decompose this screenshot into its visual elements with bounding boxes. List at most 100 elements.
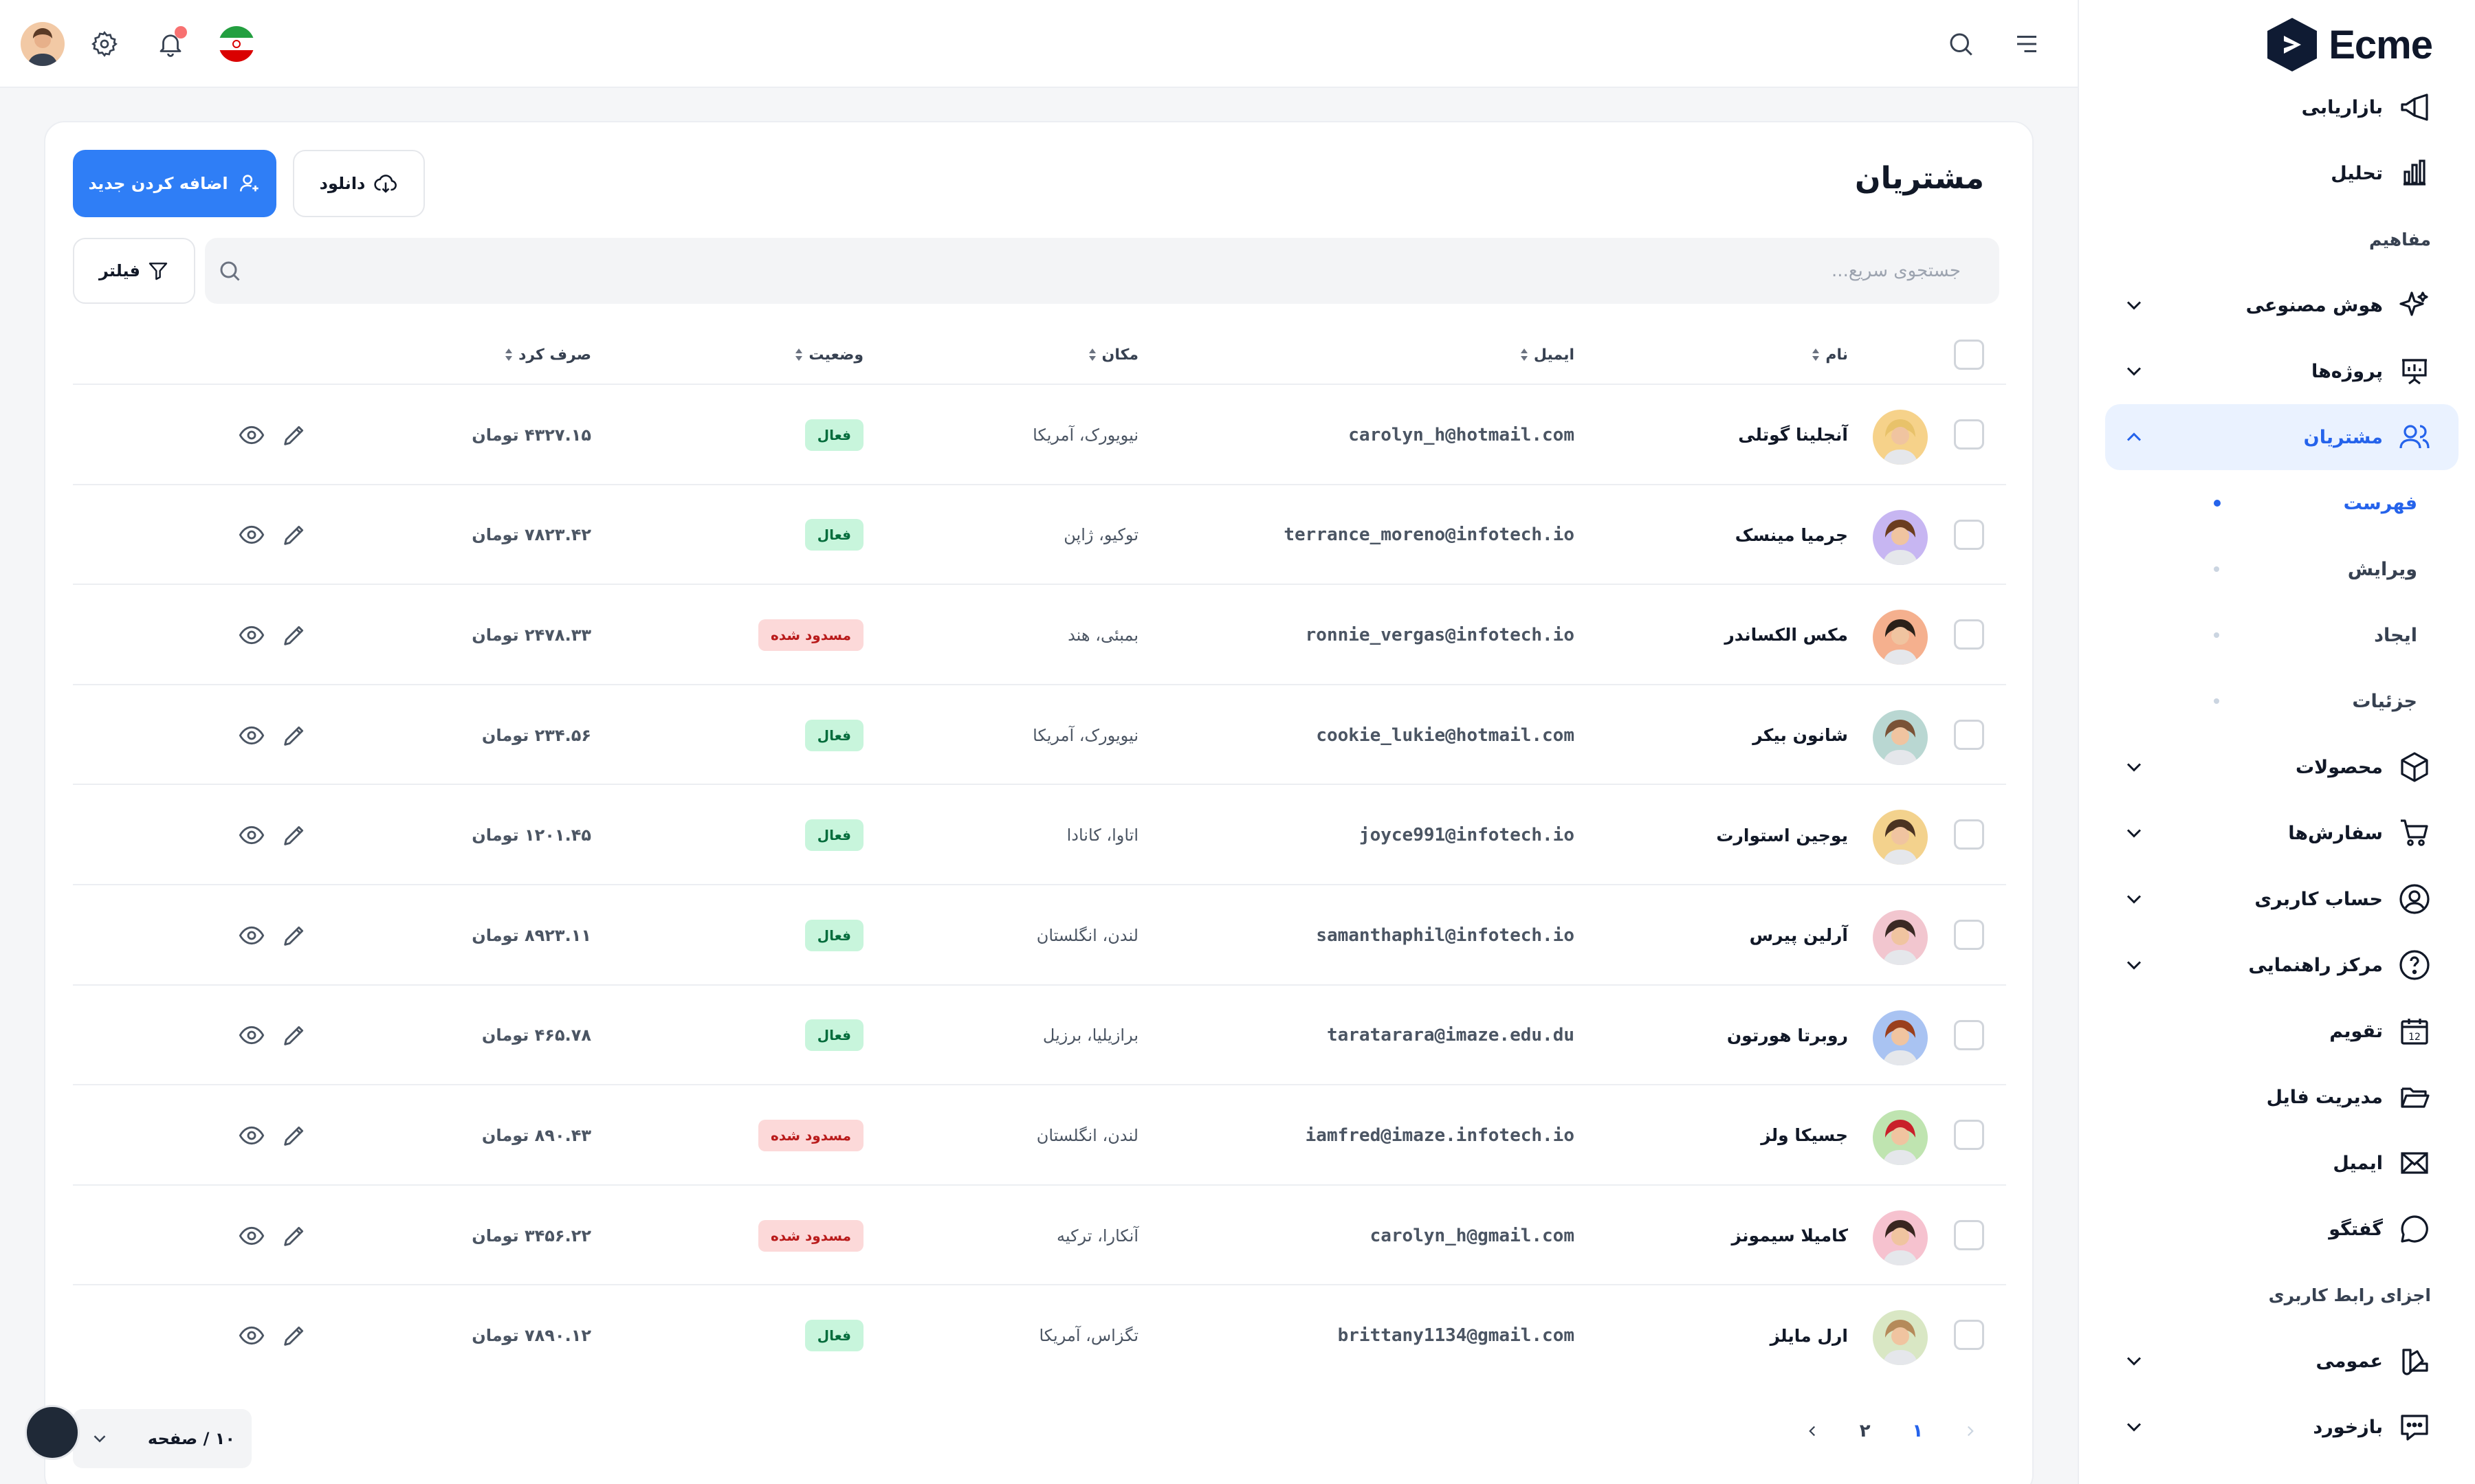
customer-name[interactable]: ارل مایلز [1770,1285,1848,1386]
quick-search [205,238,1999,304]
column-header-label: نام [1825,346,1848,364]
customer-name[interactable]: مکس الکساندر [1724,585,1848,685]
row-checkbox[interactable] [1954,1120,1984,1151]
edit-icon[interactable] [280,821,308,849]
sidebar-item-feedback[interactable]: بازخورد [2105,1394,2458,1460]
prev-page-button[interactable] [1950,1410,1991,1452]
row-checkbox[interactable] [1954,1019,1984,1050]
theme-switcher-button[interactable] [25,1405,80,1460]
table-row[interactable]: آرلین پیرس samanthaphil@infotech.io لندن… [73,885,2006,986]
sidebar-item-chat[interactable]: گفتگو [2105,1196,2458,1262]
table-row[interactable]: جسیکا ولز iamfred@imaze.infotech.io لندن… [73,1085,2006,1186]
column-header-spent[interactable]: صرف کرد [503,324,591,385]
table-row[interactable]: شانون بیکر cookie_lukie@hotmail.com نیوی… [73,685,2006,786]
edit-icon[interactable] [280,421,308,449]
view-icon[interactable] [238,621,265,649]
table-row[interactable]: یوجین استوارت joyce991@infotech.io اتاوا… [73,785,2006,885]
column-header-name[interactable]: نام [1810,324,1848,385]
table-row[interactable]: آنجلینا گوتلی carolyn_h@hotmail.com نیوی… [73,385,2006,485]
sidebar-item-email[interactable]: ایمیل [2105,1130,2458,1196]
table-row[interactable]: روبرتا هورتون taratarara@imaze.edu.du بر… [73,986,2006,1086]
edit-icon[interactable] [280,722,308,749]
sort-icon [1812,348,1820,361]
edit-icon[interactable] [280,521,308,549]
customer-name[interactable]: روبرتا هورتون [1727,986,1848,1086]
edit-icon[interactable] [280,621,308,649]
sidebar-item-file-manager[interactable]: مدیریت فایل [2105,1064,2458,1130]
page-button-1[interactable]: ۱ [1897,1410,1938,1452]
edit-icon[interactable] [280,1021,308,1049]
table-row[interactable]: مکس الکساندر ronnie_vergas@infotech.io ب… [73,585,2006,685]
filter-button[interactable]: فیلتر [73,238,195,304]
row-checkbox[interactable] [1954,919,1984,950]
download-button[interactable]: دانلود [293,150,425,217]
sidebar-item-customers[interactable]: مشتریان [2105,404,2458,470]
view-icon[interactable] [238,821,265,849]
view-icon[interactable] [238,1021,265,1049]
sidebar-subitem-list[interactable]: فهرست [2105,470,2458,536]
column-header-location[interactable]: مکان [1087,324,1138,385]
sidebar-item-analytics[interactable]: تحلیل [2105,140,2458,206]
edit-icon[interactable] [280,1222,308,1250]
column-header-email[interactable]: ایمیل [1519,324,1574,385]
sidebar-item-calendar[interactable]: 12 تقویم [2105,998,2458,1064]
avatar [1873,1010,1928,1065]
sidebar-item-products[interactable]: محصولات [2105,734,2458,800]
edit-icon[interactable] [280,1122,308,1149]
add-new-button[interactable]: اضافه کردن جدید [73,150,276,217]
view-icon[interactable] [238,1122,265,1149]
sidebar-item-account[interactable]: حساب کاربری [2105,866,2458,932]
row-checkbox[interactable] [1954,619,1984,650]
row-actions [238,885,308,986]
user-avatar[interactable] [21,22,65,66]
menu-toggle-button[interactable] [2003,21,2050,67]
customer-location: برازیلیا، برزیل [1042,1026,1138,1045]
table-row[interactable]: کامیلا سیمونز carolyn_h@gmail.com آنکارا… [73,1186,2006,1286]
brand-logo[interactable]: Ecme [2265,14,2433,76]
sidebar-subitem-create[interactable]: ایجاد [2105,602,2458,668]
customer-name[interactable]: آنجلینا گوتلی [1738,385,1848,485]
sidebar-item-common[interactable]: عمومی [2105,1328,2458,1394]
status-badge: فعال [804,419,864,451]
page-size-select[interactable]: ۱۰ / صفحه [73,1409,252,1468]
view-icon[interactable] [238,1222,265,1250]
sidebar-item-projects[interactable]: پروژه‌ها [2105,338,2458,404]
sidebar-subitem-edit[interactable]: ویرایش [2105,536,2458,602]
customer-name[interactable]: یوجین استوارت [1716,785,1848,885]
view-icon[interactable] [238,521,265,549]
sidebar-subitem-details[interactable]: جزئیات [2105,668,2458,734]
customer-name[interactable]: آرلین پیرس [1750,885,1848,986]
sidebar-item-marketing[interactable]: بازاریابی [2105,74,2458,140]
iran-flag-icon [219,26,254,62]
sidebar-item-ai[interactable]: هوش مصنوعی [2105,272,2458,338]
select-all-checkbox[interactable] [1954,340,1984,370]
row-checkbox[interactable] [1954,419,1984,450]
row-checkbox[interactable] [1954,719,1984,750]
edit-icon[interactable] [280,922,308,949]
search-input[interactable] [311,238,1961,304]
next-page-button[interactable] [1792,1410,1833,1452]
view-icon[interactable] [238,722,265,749]
row-checkbox[interactable] [1954,519,1984,550]
customer-name[interactable]: جرمیا مینسک [1735,485,1848,586]
view-icon[interactable] [238,1322,265,1349]
row-checkbox[interactable] [1954,819,1984,850]
table-row[interactable]: ارل مایلز brittany1134@gmail.com تگزاس، … [73,1285,2006,1386]
column-header-status[interactable]: وضعیت [793,324,864,385]
settings-button[interactable] [81,21,128,67]
notifications-button[interactable] [147,21,194,67]
view-icon[interactable] [238,922,265,949]
customer-name[interactable]: شانون بیکر [1752,685,1848,786]
table-row[interactable]: جرمیا مینسک terrance_moreno@infotech.io … [73,485,2006,586]
sidebar-item-help-center[interactable]: مرکز راهنمایی [2105,932,2458,998]
page-button-2[interactable]: ۲ [1845,1410,1886,1452]
edit-icon[interactable] [280,1322,308,1349]
customer-name[interactable]: کامیلا سیمونز [1732,1186,1848,1286]
search-button[interactable] [1937,21,1984,67]
customer-name[interactable]: جسیکا ولز [1761,1085,1848,1186]
row-checkbox[interactable] [1954,1219,1984,1250]
language-selector[interactable] [213,21,260,67]
view-icon[interactable] [238,421,265,449]
sidebar-item-orders[interactable]: سفارش‌ها [2105,800,2458,866]
row-checkbox[interactable] [1954,1320,1984,1351]
